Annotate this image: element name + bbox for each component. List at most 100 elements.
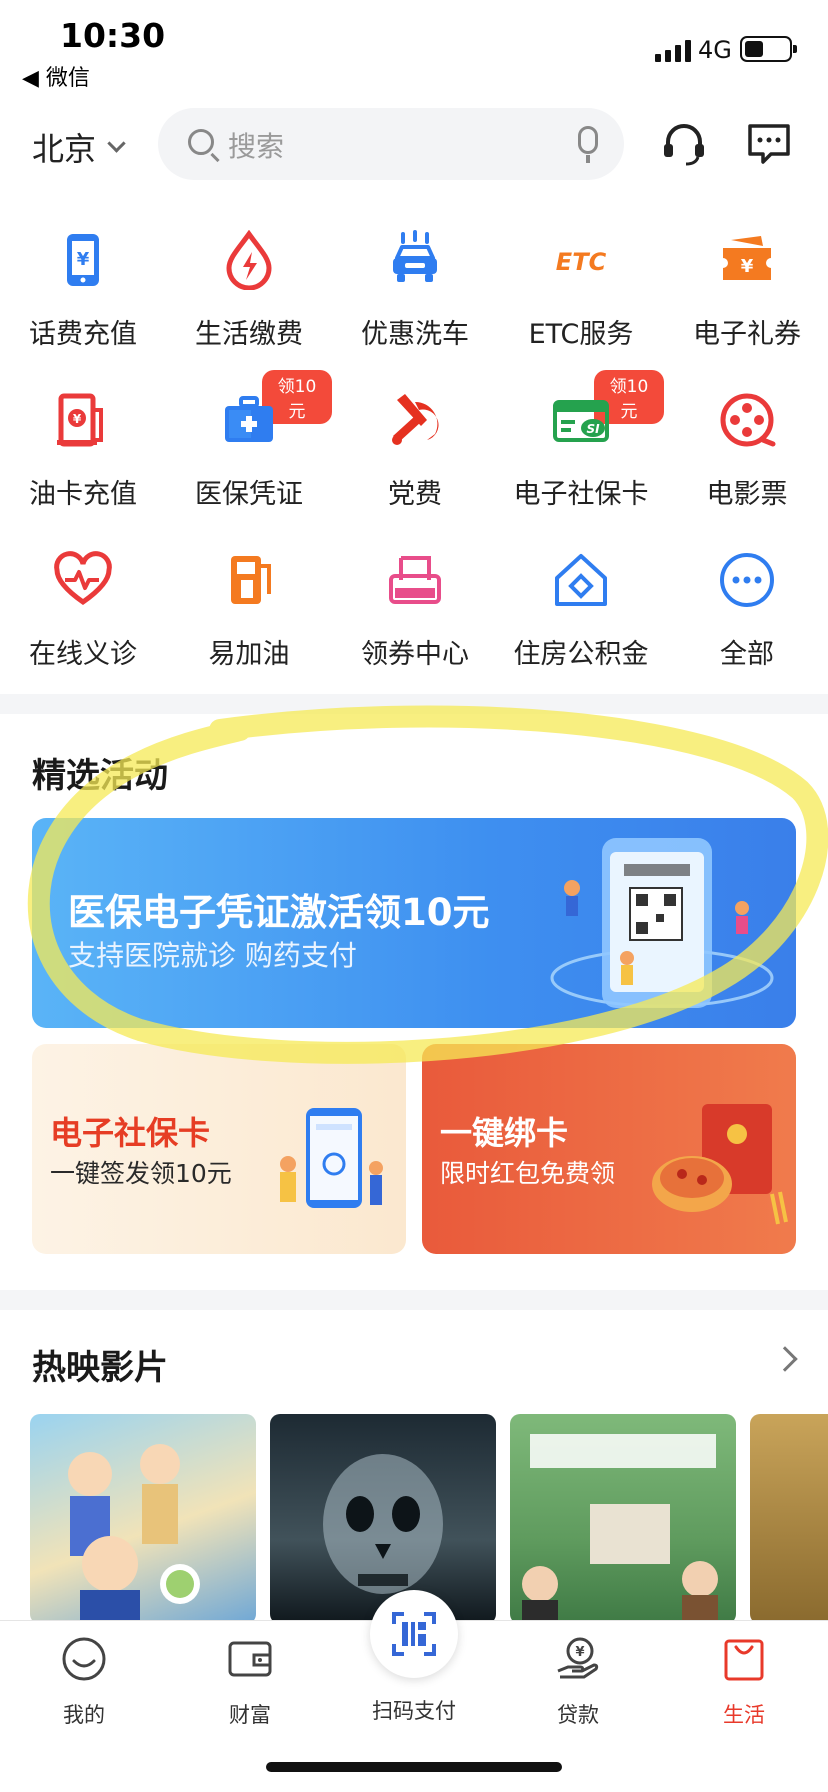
search-bar[interactable]: 搜索 <box>158 108 624 180</box>
service-easy-refuel[interactable]: 易加油 <box>166 540 332 690</box>
tab-label: 财富 <box>229 1703 271 1727</box>
gas-pump-icon <box>231 556 271 604</box>
coupon-center-icon <box>389 556 441 604</box>
party-emblem-icon <box>392 394 439 445</box>
tab-label: 贷款 <box>557 1703 599 1727</box>
red-envelope-illustration <box>652 1104 788 1225</box>
customer-service-icon[interactable] <box>660 120 708 168</box>
activities-title: 精选活动 <box>32 756 168 796</box>
phone-qr-illustration <box>550 838 774 1008</box>
service-movie-ticket[interactable]: 电影票 <box>664 380 828 530</box>
social-security-card-promo[interactable]: 电子社保卡 一键签发领10元 <box>32 1044 406 1254</box>
banner-subtitle: 支持医院就诊 购药支付 <box>68 939 357 972</box>
service-car-wash[interactable]: 优惠洗车 <box>332 220 498 370</box>
service-all[interactable]: 全部 <box>664 540 828 690</box>
scan-pay-icon <box>392 1612 436 1656</box>
service-etc[interactable]: ETC ETC服务 <box>498 220 664 370</box>
search-placeholder: 搜索 <box>228 130 285 163</box>
promo-subtitle: 限时红包免费领 <box>440 1159 616 1188</box>
anime-poster-art <box>68 1444 200 1624</box>
promo-title: 电子社保卡 <box>50 1114 211 1152</box>
medical-voucher-banner[interactable]: 医保电子凭证激活领10元 支持医院就诊 购药支付 <box>32 818 796 1028</box>
top-header: 北京 搜索 <box>0 108 828 180</box>
service-utility-payment[interactable]: 生活缴费 <box>166 220 332 370</box>
chevron-right-icon[interactable] <box>772 1346 798 1372</box>
movie-poster[interactable] <box>510 1414 736 1624</box>
phone-recharge-icon: ¥ <box>67 234 99 286</box>
tab-label: 我的 <box>63 1703 105 1727</box>
banner-title: 医保电子凭证激活领10元 <box>68 891 490 934</box>
tab-label: 扫码支付 <box>372 1699 456 1723</box>
shopping-bag-icon <box>724 1639 764 1681</box>
message-icon[interactable] <box>745 120 793 168</box>
service-online-clinic[interactable]: 在线义诊 <box>0 540 166 690</box>
tab-loan[interactable]: ¥ 贷款 <box>508 1635 648 1729</box>
svg-text:SI: SI <box>586 422 600 436</box>
service-label: 在线义诊 <box>29 639 137 670</box>
city-name: 北京 <box>32 130 97 168</box>
signal-icon <box>655 40 691 62</box>
tab-wealth[interactable]: 财富 <box>180 1635 320 1729</box>
more-dots-icon <box>720 553 774 607</box>
service-label: 电影票 <box>706 479 788 510</box>
phone-card-illustration <box>280 1108 383 1208</box>
heart-pulse-icon <box>54 551 112 606</box>
service-phone-recharge[interactable]: ¥ 话费充值 <box>0 220 166 370</box>
romance-poster-art <box>522 1434 718 1624</box>
promo-title: 一键绑卡 <box>440 1114 569 1152</box>
service-medical-voucher[interactable]: 领10元 医保凭证 <box>166 370 332 530</box>
tab-mine[interactable]: 我的 <box>14 1635 154 1729</box>
service-label: 全部 <box>720 639 774 670</box>
promo-subtitle: 一键签发领10元 <box>50 1159 232 1188</box>
svg-text:¥: ¥ <box>77 249 90 270</box>
gift-coupon-icon: ¥ <box>723 236 771 280</box>
movie-poster[interactable] <box>30 1414 256 1624</box>
service-label: 易加油 <box>208 639 290 670</box>
fuel-card-icon: ¥ <box>57 393 103 447</box>
svg-text:ETC: ETC <box>556 248 607 276</box>
service-social-security-card[interactable]: 领10元 SI 电子社保卡 <box>498 370 664 530</box>
service-label: 油卡充值 <box>29 479 137 510</box>
service-label: 住房公积金 <box>513 639 649 670</box>
service-label: 优惠洗车 <box>361 319 469 350</box>
microphone-icon[interactable] <box>578 126 598 163</box>
movie-poster[interactable] <box>750 1414 828 1624</box>
svg-text:¥: ¥ <box>73 412 82 426</box>
service-label: ETC服务 <box>528 319 634 350</box>
service-label: 电子社保卡 <box>513 479 649 510</box>
scan-pay-button[interactable] <box>370 1590 458 1678</box>
service-fuel-card[interactable]: ¥ 油卡充值 <box>0 380 166 530</box>
search-icon <box>188 129 214 155</box>
city-selector[interactable]: 北京 <box>32 124 126 170</box>
network-type: 4G <box>698 36 732 64</box>
social-security-card-icon: SI <box>553 400 609 442</box>
battery-icon <box>740 36 797 62</box>
tab-life[interactable]: 生活 <box>674 1635 814 1729</box>
service-label: 生活缴费 <box>195 319 303 350</box>
status-bar: 10:30 ◀ 微信 4G <box>0 0 828 96</box>
tab-label: 生活 <box>723 1703 765 1727</box>
profile-face-icon <box>62 1637 106 1681</box>
housing-fund-icon <box>555 554 607 606</box>
section-divider <box>0 1290 828 1310</box>
utility-drop-icon <box>226 230 272 290</box>
chevron-down-icon <box>107 133 126 153</box>
service-label: 医保凭证 <box>195 479 303 510</box>
svg-text:¥: ¥ <box>741 256 754 277</box>
service-gift-coupon[interactable]: ¥ 电子礼券 <box>664 220 828 370</box>
service-housing-fund[interactable]: 住房公积金 <box>498 540 664 690</box>
back-to-wechat-link[interactable]: ◀ 微信 <box>22 60 90 92</box>
skull-poster-art <box>323 1454 443 1594</box>
medical-kit-icon <box>225 396 273 442</box>
service-party-fee[interactable]: 党费 <box>332 380 498 530</box>
service-label: 领券中心 <box>361 639 469 670</box>
service-coupon-center[interactable]: 领券中心 <box>332 540 498 690</box>
svg-text:¥: ¥ <box>575 1645 584 1660</box>
bind-card-promo[interactable]: 一键绑卡 限时红包免费领 <box>422 1044 796 1254</box>
film-reel-icon <box>720 393 776 447</box>
movie-poster[interactable] <box>270 1414 496 1624</box>
car-wash-icon <box>393 230 437 282</box>
service-label: 党费 <box>388 479 442 510</box>
section-divider <box>0 694 828 714</box>
loan-hand-icon: ¥ <box>557 1637 599 1679</box>
